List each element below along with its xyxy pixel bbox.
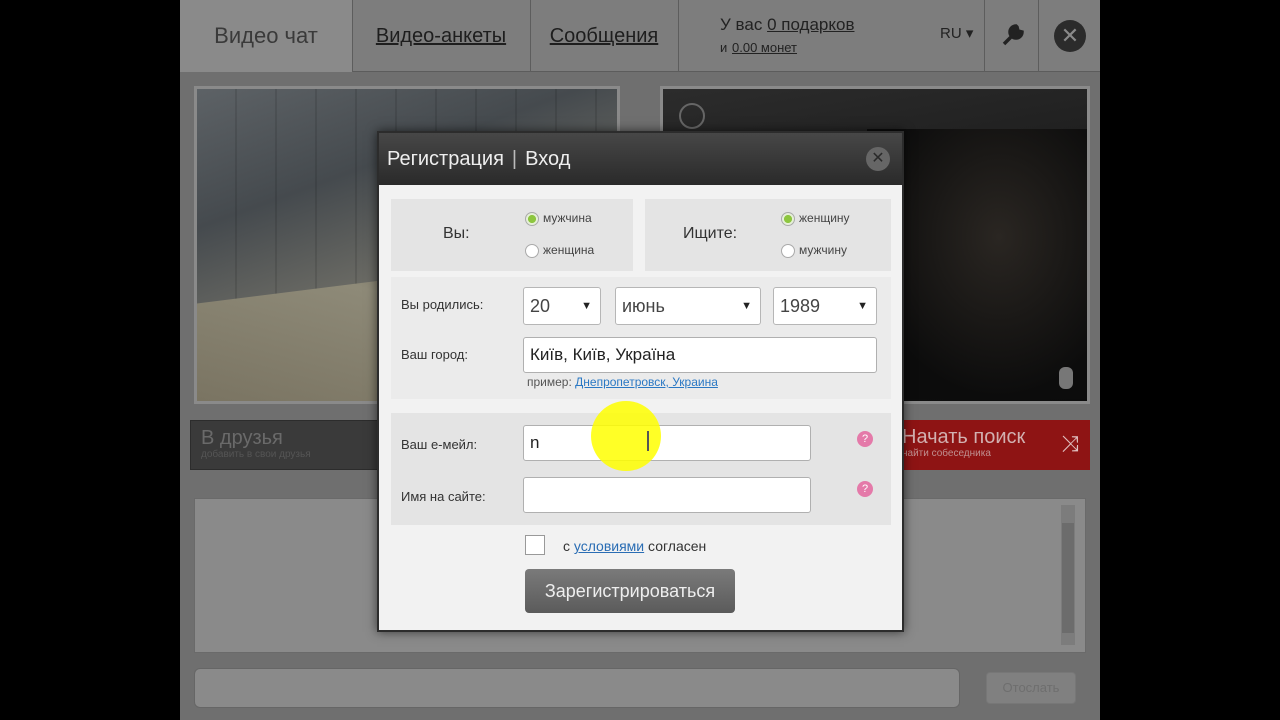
gender-label: Вы: bbox=[443, 225, 470, 242]
microphone-icon[interactable] bbox=[1059, 367, 1073, 389]
tab-login[interactable]: Вход bbox=[525, 148, 570, 170]
coins-link[interactable]: 0.00 монет bbox=[732, 40, 797, 55]
gifts-prefix: У вас bbox=[720, 15, 763, 34]
start-search-button[interactable]: Начать поиск найти собеседника ⤨ bbox=[892, 420, 1090, 470]
tab-messages[interactable]: Сообщения bbox=[530, 0, 678, 72]
email-input[interactable]: n bbox=[523, 425, 811, 461]
gifts-link[interactable]: 0 подарков bbox=[767, 15, 854, 34]
close-icon[interactable]: ✕ bbox=[1054, 20, 1086, 52]
terms-checkbox[interactable] bbox=[525, 535, 545, 555]
seek-male-radio[interactable] bbox=[781, 244, 795, 258]
chevron-down-icon: ▼ bbox=[581, 300, 592, 312]
terms-prefix: с bbox=[563, 538, 570, 554]
birth-day-select[interactable]: 20 ▼ bbox=[523, 287, 601, 325]
balance-info: У вас 0 подарков и 0.00 монет bbox=[720, 14, 854, 59]
gender-male-radio[interactable] bbox=[525, 212, 539, 226]
terms-text: с условиями согласен bbox=[563, 538, 706, 554]
example-prefix: пример: bbox=[527, 375, 572, 389]
help-icon[interactable]: ? bbox=[857, 481, 873, 497]
start-search-sublabel: найти собеседника bbox=[902, 448, 991, 459]
city-label: Ваш город: bbox=[401, 347, 468, 362]
close-icon[interactable]: ✕ bbox=[866, 147, 890, 171]
divider bbox=[1038, 0, 1039, 72]
birth-year-value: 1989 bbox=[780, 296, 821, 316]
cursor-highlight bbox=[591, 401, 661, 471]
nickname-label: Имя на сайте: bbox=[401, 489, 486, 504]
send-button[interactable]: Отослать bbox=[986, 672, 1076, 704]
birth-month-select[interactable]: июнь ▼ bbox=[615, 287, 761, 325]
birth-day-value: 20 bbox=[530, 296, 551, 316]
wrench-icon[interactable] bbox=[998, 20, 1028, 50]
dialog-header: Регистрация | Вход ✕ bbox=[379, 133, 902, 185]
seek-male-label: мужчину bbox=[799, 243, 847, 257]
message-input[interactable] bbox=[194, 668, 960, 708]
scrollbar-thumb[interactable] bbox=[1062, 523, 1074, 633]
birth-year-select[interactable]: 1989 ▼ bbox=[773, 287, 877, 325]
register-button[interactable]: Зарегистрироваться bbox=[525, 569, 735, 613]
top-navigation: Видео чат Видео-анкеты Сообщения У вас 0… bbox=[180, 0, 1100, 72]
seek-female-radio[interactable] bbox=[781, 212, 795, 226]
gender-female-radio[interactable] bbox=[525, 244, 539, 258]
city-input[interactable]: Київ, Київ, Україна bbox=[523, 337, 877, 373]
divider bbox=[984, 0, 985, 72]
registration-dialog: Регистрация | Вход ✕ Вы: мужчина женщина И… bbox=[377, 131, 904, 632]
language-selector[interactable]: RU ▾ bbox=[940, 24, 973, 42]
gender-female-label: женщина bbox=[543, 243, 595, 257]
gender-box bbox=[391, 199, 633, 271]
add-friend-button[interactable]: В друзья добавить в свои друзья bbox=[190, 420, 390, 470]
add-friend-sublabel: добавить в свои друзья bbox=[201, 449, 311, 460]
example-link[interactable]: Днепропетровск, Украина bbox=[575, 375, 718, 389]
seeking-label: Ищите: bbox=[683, 225, 738, 242]
nickname-input[interactable] bbox=[523, 477, 811, 513]
coins-prefix: и bbox=[720, 40, 728, 55]
divider bbox=[678, 0, 679, 72]
terms-suffix: согласен bbox=[648, 538, 707, 554]
camera-icon[interactable] bbox=[679, 103, 705, 129]
title-separator: | bbox=[511, 148, 518, 170]
chevron-down-icon: ▼ bbox=[741, 300, 752, 312]
city-example: пример: Днепропетровск, Украина bbox=[527, 375, 718, 389]
terms-link[interactable]: условиями bbox=[574, 538, 644, 554]
tab-video-profiles[interactable]: Видео-анкеты bbox=[352, 0, 530, 72]
tab-register[interactable]: Регистрация bbox=[387, 148, 504, 170]
birth-month-value: июнь bbox=[622, 296, 665, 316]
gender-male-label: мужчина bbox=[543, 211, 592, 225]
email-label: Ваш е-мейл: bbox=[401, 437, 478, 452]
help-icon[interactable]: ? bbox=[857, 431, 873, 447]
chevron-down-icon: ▼ bbox=[857, 300, 868, 312]
seek-female-label: женщину bbox=[799, 211, 850, 225]
seeking-box bbox=[645, 199, 891, 271]
add-friend-label: В друзья bbox=[201, 427, 283, 449]
tab-video-chat[interactable]: Видео чат bbox=[180, 0, 352, 72]
shuffle-icon: ⤨ bbox=[1061, 431, 1079, 456]
start-search-label: Начать поиск bbox=[902, 426, 1026, 448]
birthdate-label: Вы родились: bbox=[401, 297, 484, 312]
text-cursor-icon bbox=[647, 431, 649, 451]
screen: Видео чат Видео-анкеты Сообщения У вас 0… bbox=[0, 0, 1280, 720]
chat-scrollbar[interactable] bbox=[1061, 505, 1075, 645]
